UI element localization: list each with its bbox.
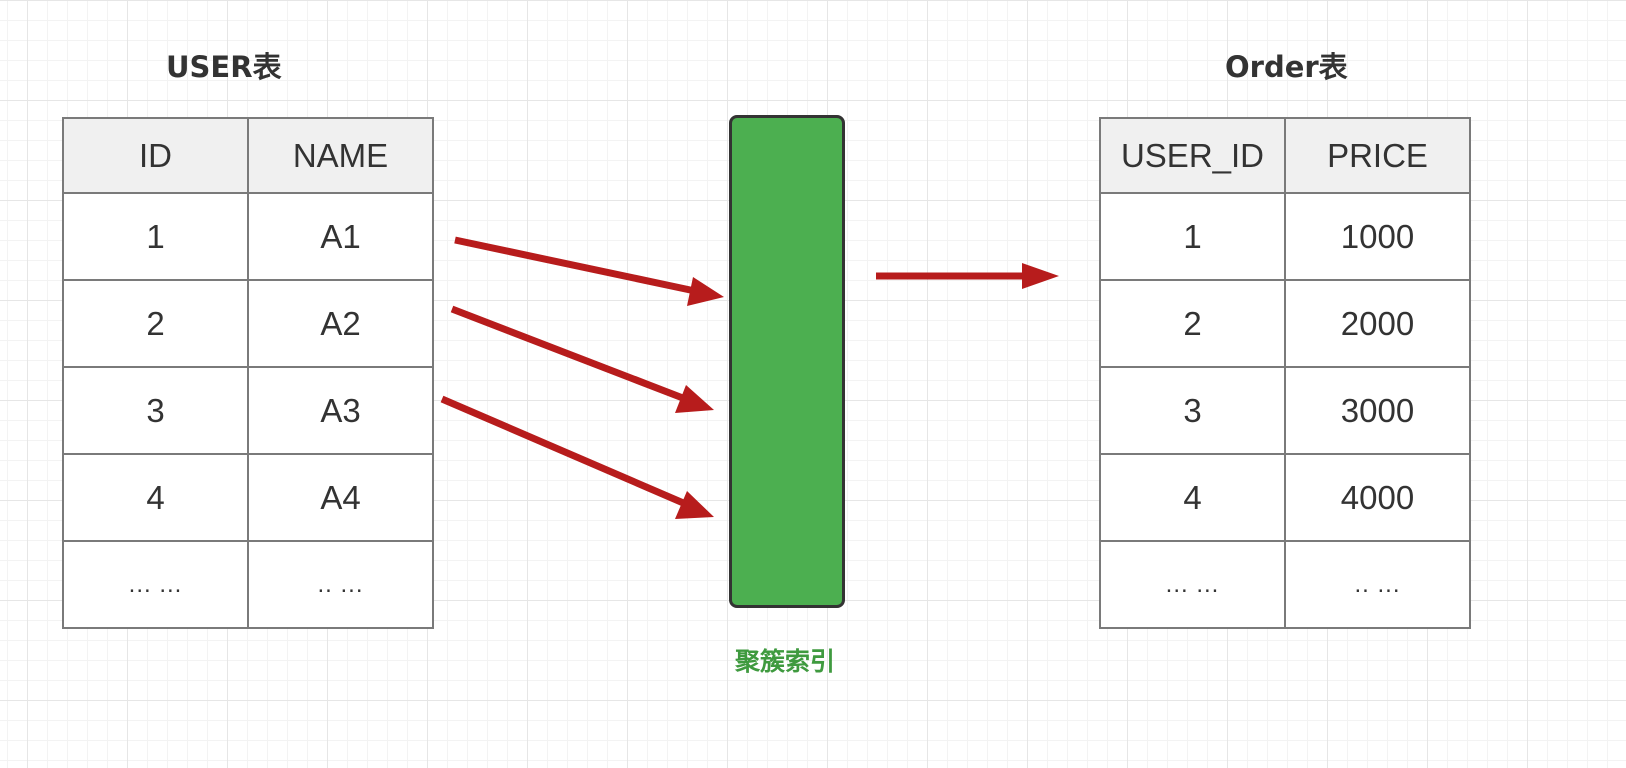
arrow-row2-to-index xyxy=(450,305,714,413)
arrow-row3-to-index xyxy=(440,395,714,519)
arrows-layer xyxy=(440,236,1059,519)
arrow-row1-to-index xyxy=(454,236,724,306)
arrow-index-to-order-table xyxy=(876,263,1059,289)
